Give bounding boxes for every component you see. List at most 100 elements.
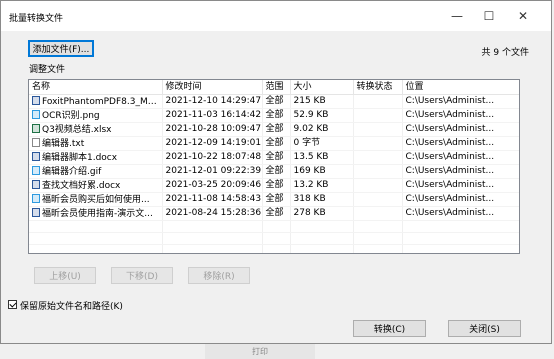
file-name: Q3视频总结.xlsx bbox=[42, 124, 112, 135]
cell-name: 福昕会员购买后如何使用... bbox=[29, 192, 163, 207]
cell-name: 查找文档好累.docx bbox=[29, 178, 163, 193]
cell-name: 编辑器.txt bbox=[29, 136, 163, 151]
text-file-icon bbox=[32, 137, 40, 147]
cell-range: 全部 bbox=[262, 94, 291, 109]
table-row[interactable]: 福昕会员使用指南-演示文... 2021-08-24 15:28:36 全部 278 … bbox=[29, 206, 519, 221]
empty-cell bbox=[29, 244, 163, 253]
table-row[interactable]: 编辑器介绍.gif 2021-12-01 09:22:39 全部 169 KB C:\U… bbox=[29, 164, 519, 179]
image-icon bbox=[32, 109, 40, 119]
empty-cell bbox=[262, 220, 291, 233]
cell-range: 全部 bbox=[262, 192, 291, 207]
empty-cell bbox=[353, 244, 403, 253]
table-row[interactable]: 编辑器.txt 2021-12-09 14:19:01 全部 0 字节 C:\Users… bbox=[29, 136, 519, 151]
cell-size: 0 字节 bbox=[290, 136, 354, 151]
cell-modified: 2021-10-22 18:07:48 bbox=[162, 150, 263, 165]
empty-cell bbox=[402, 244, 519, 253]
empty-cell bbox=[162, 232, 263, 245]
cell-range: 全部 bbox=[262, 206, 291, 221]
cell-size: 215 KB bbox=[290, 94, 354, 109]
remove-button[interactable]: 移除(R) bbox=[188, 267, 250, 284]
cell-location: C:\Users\Administ... bbox=[402, 164, 519, 179]
cell-modified: 2021-11-03 16:14:42 bbox=[162, 108, 263, 123]
cell-size: 13.5 KB bbox=[290, 150, 354, 165]
cell-name: FoxitPhantomPDF8.3_Ma... bbox=[29, 94, 163, 109]
empty-cell bbox=[402, 220, 519, 233]
table-row[interactable]: FoxitPhantomPDF8.3_Ma... 2021-12-10 14:29… bbox=[29, 94, 519, 109]
group-label: 调整文件 bbox=[29, 65, 66, 75]
cell-status bbox=[353, 94, 403, 109]
file-name: FoxitPhantomPDF8.3_Ma... bbox=[42, 96, 162, 107]
table-row[interactable]: 福昕会员购买后如何使用... 2021-11-08 14:58:43 全部 318 K… bbox=[29, 192, 519, 207]
table-row[interactable]: 查找文档好累.docx 2021-03-25 20:09:46 全部 13.2 KB C… bbox=[29, 178, 519, 193]
cell-modified: 2021-12-01 09:22:39 bbox=[162, 164, 263, 179]
cell-name: 编辑器介绍.gif bbox=[29, 164, 163, 179]
cell-modified: 2021-08-24 15:28:36 bbox=[162, 206, 263, 221]
file-name: 福昕会员购买后如何使用... bbox=[42, 194, 150, 205]
empty-cell bbox=[29, 232, 163, 245]
file-name: 编辑器脚本1.docx bbox=[42, 152, 118, 163]
move-up-button[interactable]: 上移(U) bbox=[34, 267, 96, 284]
maximize-icon[interactable]: ☐ bbox=[473, 1, 505, 31]
cell-size: 13.2 KB bbox=[290, 178, 354, 193]
empty-row bbox=[29, 220, 519, 233]
column-header-range[interactable]: 范围 bbox=[262, 80, 291, 95]
cell-range: 全部 bbox=[262, 122, 291, 137]
table-row[interactable]: 编辑器脚本1.docx 2021-10-22 18:07:48 全部 13.5 KB C… bbox=[29, 150, 519, 165]
cell-name: 编辑器脚本1.docx bbox=[29, 150, 163, 165]
empty-row bbox=[29, 232, 519, 245]
keep-path-label[interactable]: 保留原始文件名和路径(K) bbox=[20, 299, 123, 312]
cell-location: C:\Users\Administ... bbox=[402, 150, 519, 165]
cell-location: C:\Users\Administ... bbox=[402, 94, 519, 109]
cell-location: C:\Users\Administ... bbox=[402, 122, 519, 137]
cell-location: C:\Users\Administ... bbox=[402, 206, 519, 221]
convert-button[interactable]: 转换(C) bbox=[353, 320, 426, 337]
cell-modified: 2021-12-09 14:19:01 bbox=[162, 136, 263, 151]
move-down-button[interactable]: 下移(D) bbox=[111, 267, 173, 284]
cell-location: C:\Users\Administ... bbox=[402, 136, 519, 151]
table-row[interactable]: OCR识别.png 2021-11-03 16:14:42 全部 52.9 KB C:\… bbox=[29, 108, 519, 123]
cell-modified: 2021-03-25 20:09:46 bbox=[162, 178, 263, 193]
empty-cell bbox=[262, 244, 291, 253]
cell-status bbox=[353, 108, 403, 123]
empty-cell bbox=[353, 232, 403, 245]
column-header-modified[interactable]: 修改时间 bbox=[162, 80, 263, 95]
column-header-location[interactable]: 位置 bbox=[402, 80, 519, 95]
cell-status bbox=[353, 164, 403, 179]
word-icon bbox=[32, 179, 40, 189]
column-header-name[interactable]: 名称 bbox=[29, 80, 163, 95]
add-file-button[interactable]: 添加文件(F)... bbox=[28, 40, 94, 57]
cell-location: C:\Users\Administ... bbox=[402, 108, 519, 123]
image-icon bbox=[32, 193, 40, 203]
column-header-status[interactable]: 转换状态 bbox=[353, 80, 403, 95]
empty-cell bbox=[262, 232, 291, 245]
word-icon bbox=[32, 207, 40, 217]
empty-row bbox=[29, 244, 519, 253]
file-table: 名称 修改时间 范围 大小 转换状态 位置 FoxitPhantomPDF8.3… bbox=[29, 80, 519, 253]
empty-cell bbox=[402, 232, 519, 245]
cell-status bbox=[353, 178, 403, 193]
empty-cell bbox=[290, 232, 354, 245]
cell-size: 9.02 KB bbox=[290, 122, 354, 137]
keep-path-checkbox[interactable] bbox=[8, 300, 17, 309]
batch-convert-dialog: 批量转换文件 — ☐ ✕ 添加文件(F)... 共 9 个文件 调整文件 名称 … bbox=[0, 0, 552, 344]
file-name: 福昕会员使用指南-演示文... bbox=[42, 208, 153, 219]
file-name: OCR识别.png bbox=[42, 110, 100, 121]
column-header-size[interactable]: 大小 bbox=[290, 80, 354, 95]
close-icon[interactable]: ✕ bbox=[507, 1, 539, 31]
close-button[interactable]: 关闭(S) bbox=[448, 320, 521, 337]
cell-modified: 2021-11-08 14:58:43 bbox=[162, 192, 263, 207]
cell-size: 318 KB bbox=[290, 192, 354, 207]
cell-location: C:\Users\Administ... bbox=[402, 178, 519, 193]
cell-size: 52.9 KB bbox=[290, 108, 354, 123]
cell-range: 全部 bbox=[262, 150, 291, 165]
header-row: 名称 修改时间 范围 大小 转换状态 位置 bbox=[29, 80, 519, 95]
file-name: 查找文档好累.docx bbox=[42, 180, 121, 191]
cell-status bbox=[353, 206, 403, 221]
cell-status bbox=[353, 136, 403, 151]
word-icon bbox=[32, 151, 40, 161]
file-list[interactable]: 名称 修改时间 范围 大小 转换状态 位置 FoxitPhantomPDF8.3… bbox=[28, 79, 520, 254]
table-row[interactable]: Q3视频总结.xlsx 2021-10-28 10:09:47 全部 9.02 KB C… bbox=[29, 122, 519, 137]
minimize-icon[interactable]: — bbox=[441, 1, 473, 31]
cell-location: C:\Users\Administ... bbox=[402, 192, 519, 207]
pdf-icon bbox=[32, 95, 40, 105]
